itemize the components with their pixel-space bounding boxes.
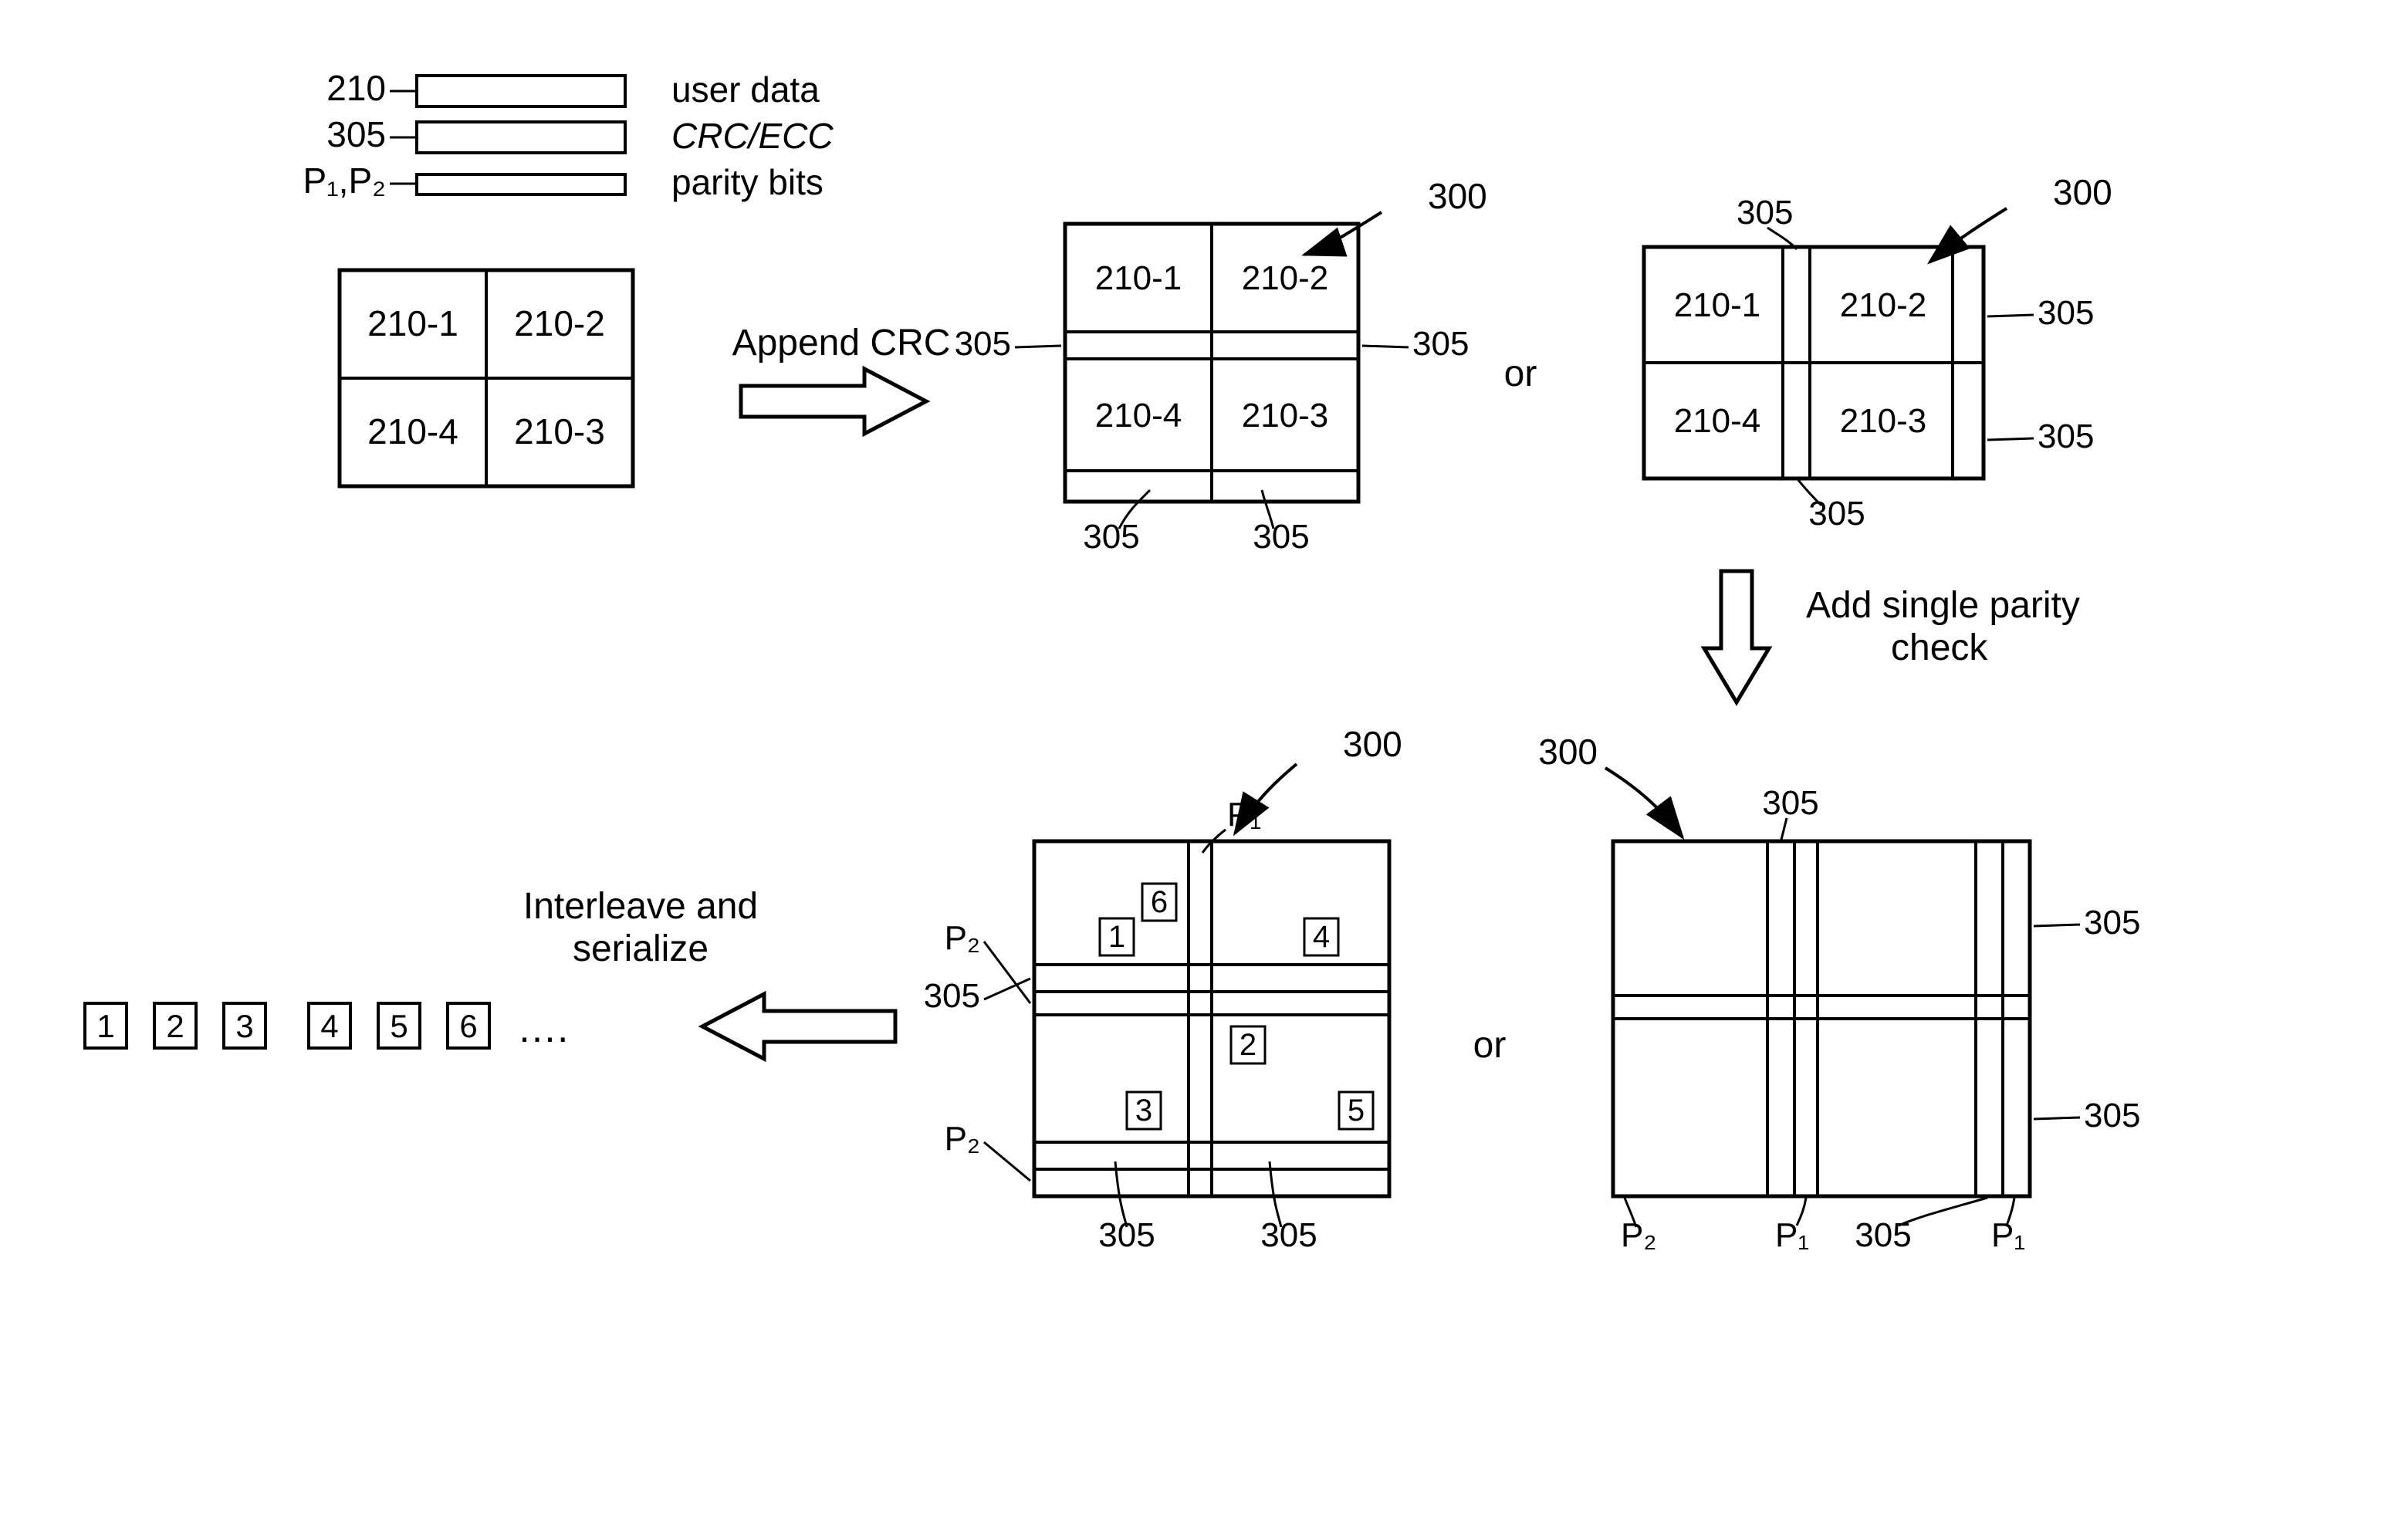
svg-text:210-2: 210-2 (1242, 259, 1329, 297)
svg-text:3: 3 (235, 1008, 253, 1044)
legend-ref-parity: P₁,P₂ (303, 161, 386, 201)
label-append-crc: Append CRC (732, 323, 951, 363)
svg-text:300: 300 (1428, 176, 1487, 216)
crc-grid-a: 210-1 210-2 210-4 210-3 300 305 305 305 … (955, 176, 1487, 556)
svg-text:P₂: P₂ (945, 919, 980, 957)
svg-text:2: 2 (1240, 1028, 1256, 1062)
svg-text:210-4: 210-4 (1095, 397, 1182, 434)
svg-text:305: 305 (1762, 784, 1818, 822)
or-1: or (1504, 353, 1537, 394)
svg-text:305: 305 (2038, 418, 2094, 455)
svg-text:305: 305 (2038, 294, 2094, 332)
svg-text:P₁: P₁ (1775, 1216, 1809, 1254)
svg-text:5: 5 (390, 1008, 408, 1044)
svg-text:210-4: 210-4 (1674, 402, 1761, 440)
svg-text:P₂: P₂ (1621, 1216, 1656, 1254)
arrow-add-parity: Add single parity check (1704, 571, 2080, 702)
svg-text:2: 2 (166, 1008, 184, 1044)
svg-text:305: 305 (2084, 904, 2140, 942)
svg-text:305: 305 (2084, 1097, 2140, 1134)
legend-ref-user: 210 (326, 68, 386, 108)
svg-text:5: 5 (1348, 1094, 1365, 1128)
parity-grid-b: 300 305 305 305 P₂ P₁ 305 P₁ (1538, 732, 2140, 1254)
svg-text:4: 4 (320, 1008, 338, 1044)
svg-text:210-1: 210-1 (1095, 259, 1182, 297)
initial-grid: 210-1 210-2 210-4 210-3 (340, 270, 633, 486)
svg-text:305: 305 (1412, 325, 1469, 363)
svg-text:305: 305 (924, 977, 980, 1015)
legend: 210 user data 305 CRC/ECC P₁,P₂ parity b… (303, 68, 834, 202)
cell-210-2: 210-2 (514, 303, 605, 343)
svg-text:210-1: 210-1 (1674, 286, 1761, 324)
arrow-interleave: Interleave and serialize (523, 886, 895, 1059)
svg-text:210-3: 210-3 (1840, 402, 1927, 440)
svg-text:6: 6 (1151, 885, 1168, 919)
legend-txt-parity: parity bits (671, 162, 824, 202)
label-add-parity-line2: check (1891, 627, 1988, 668)
label-interleave-line2: serialize (573, 928, 709, 969)
svg-text:P₂: P₂ (945, 1120, 980, 1158)
svg-text:305: 305 (1098, 1216, 1155, 1254)
svg-text:1: 1 (1108, 920, 1125, 954)
label-add-parity-line1: Add single parity (1806, 585, 2080, 626)
arrow-append-crc: Append CRC (732, 323, 951, 434)
or-2: or (1473, 1025, 1507, 1066)
svg-text:305: 305 (1260, 1216, 1317, 1254)
svg-text:4: 4 (1313, 920, 1330, 954)
legend-txt-user: user data (671, 69, 820, 110)
parity-grid-a: 1 6 4 2 3 5 300 P₁ P₂ P₂ 305 (924, 724, 1402, 1254)
svg-text:305: 305 (1737, 194, 1793, 232)
svg-text:1: 1 (96, 1008, 114, 1044)
svg-text:305: 305 (1253, 518, 1309, 556)
svg-text:3: 3 (1135, 1094, 1152, 1128)
svg-text:300: 300 (2053, 172, 2112, 212)
serialized-output: 1 2 3 4 5 6 …. (85, 1003, 568, 1051)
svg-text:300: 300 (1538, 732, 1598, 772)
svg-text:210-3: 210-3 (1242, 397, 1329, 434)
svg-text:305: 305 (1855, 1216, 1911, 1254)
diagram-canvas: 210 user data 305 CRC/ECC P₁,P₂ parity b… (0, 0, 2408, 1535)
svg-text:P₁: P₁ (1227, 796, 1261, 833)
legend-txt-crc: CRC/ECC (671, 116, 834, 156)
svg-text:300: 300 (1343, 724, 1402, 764)
crc-grid-b: 210-1 210-2 210-4 210-3 300 305 305 305 … (1644, 172, 2112, 533)
cell-210-4: 210-4 (367, 411, 458, 451)
legend-ref-crc: 305 (326, 114, 386, 154)
svg-text:305: 305 (955, 325, 1011, 363)
label-interleave-line1: Interleave and (523, 886, 758, 927)
svg-text:210-2: 210-2 (1840, 286, 1927, 324)
svg-text:6: 6 (459, 1008, 477, 1044)
cell-210-1: 210-1 (367, 303, 458, 343)
serialized-dots: …. (517, 1006, 568, 1051)
cell-210-3: 210-3 (514, 411, 605, 451)
svg-text:305: 305 (1083, 518, 1139, 556)
